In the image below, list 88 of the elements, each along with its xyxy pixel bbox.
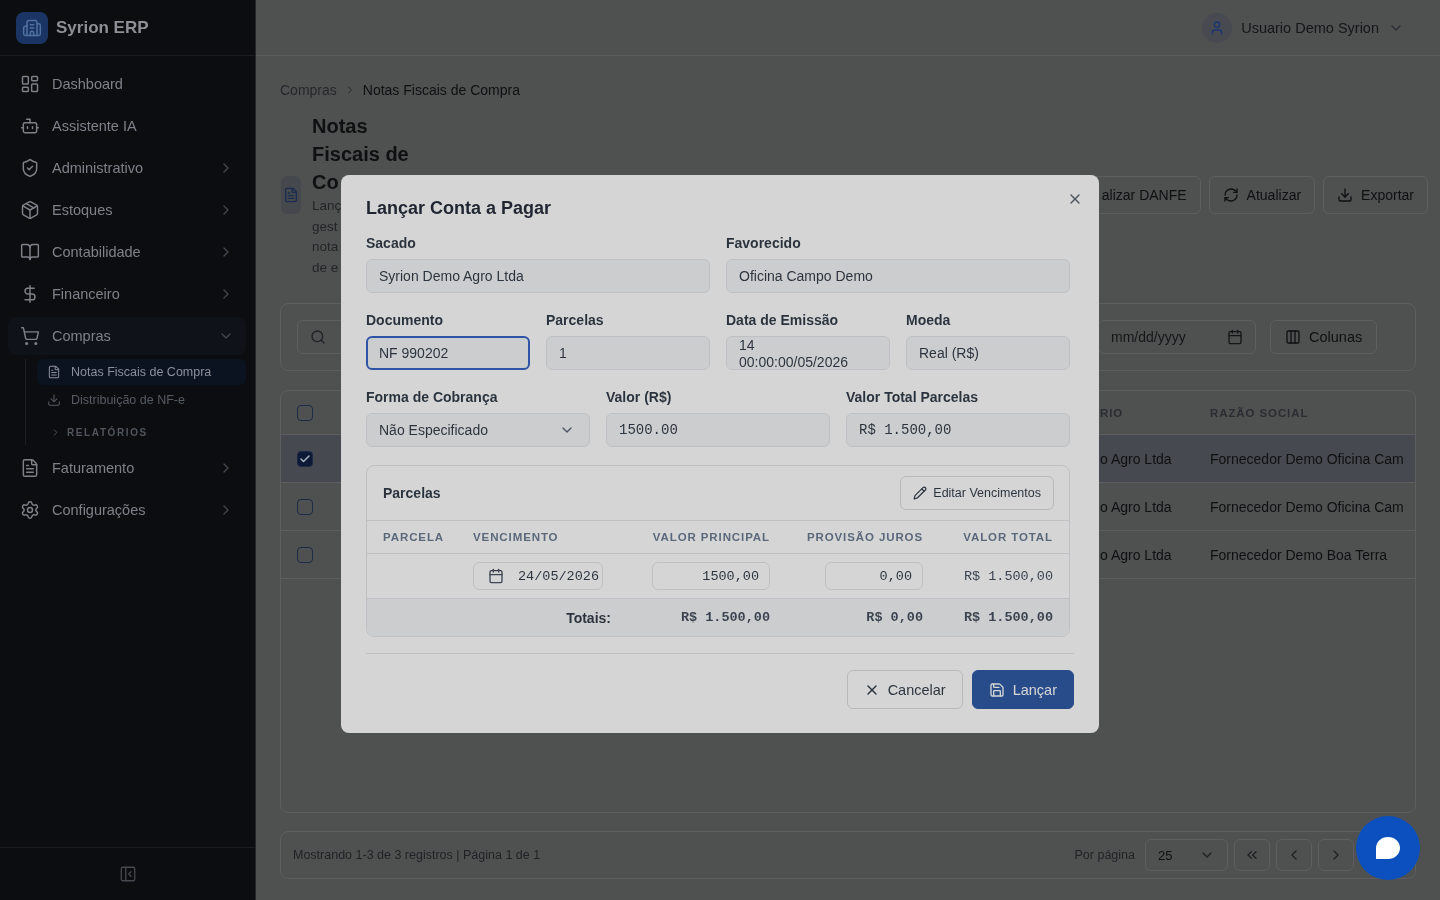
edit-due-dates-button[interactable]: Editar Vencimentos xyxy=(900,476,1054,510)
building-icon xyxy=(16,11,48,44)
dialog-button[interactable]: Lançar xyxy=(971,670,1074,709)
checkbox[interactable] xyxy=(297,498,313,515)
save-icon xyxy=(988,681,1005,698)
document-icon xyxy=(20,458,40,478)
calendar-icon xyxy=(1227,329,1243,345)
document-icon xyxy=(47,365,61,379)
panel-left-icon[interactable] xyxy=(118,865,137,883)
nav-item[interactable]: Administrativo xyxy=(8,149,246,187)
nav-item[interactable]: Configurações xyxy=(8,491,246,529)
chat-bubble-icon xyxy=(1376,837,1400,859)
grid-icon xyxy=(20,74,40,94)
column-header: PROVISÃO JUROS xyxy=(806,531,923,543)
select-field[interactable]: Não Especificado xyxy=(366,413,590,447)
column-header: PARCELA xyxy=(383,531,445,543)
date-field[interactable]: 24/05/2026 xyxy=(473,562,603,590)
field-label: Documento xyxy=(366,311,444,330)
user-icon xyxy=(1202,12,1233,43)
nav-item[interactable]: Faturamento xyxy=(8,449,246,487)
nav-item[interactable]: Assistente IA xyxy=(8,107,246,145)
totals-label: Totais: xyxy=(566,609,611,626)
input-field[interactable]: 14 00:00:00/05/2026 xyxy=(726,336,890,370)
checkbox[interactable] xyxy=(297,450,313,467)
field-label: Forma de Cobrança xyxy=(366,388,499,407)
field-label: Parcelas xyxy=(546,311,605,330)
input-field[interactable]: Real (R$) xyxy=(906,336,1070,370)
book-icon xyxy=(20,242,40,262)
check-icon xyxy=(299,452,311,465)
nav-subitem[interactable]: Notas Fiscais de Compra xyxy=(37,359,246,385)
total-value: R$ 0,00 xyxy=(866,610,923,625)
column-header: VALOR TOTAL xyxy=(963,531,1053,543)
table-cell-text: Fornecedor Demo Boa Terra xyxy=(1209,546,1389,563)
field-label: Sacado xyxy=(366,234,417,253)
cart-icon xyxy=(20,326,40,346)
box-icon xyxy=(20,200,40,220)
pencil-icon xyxy=(913,486,928,500)
first-page-button[interactable] xyxy=(1234,839,1270,871)
table-cell-text: o Agro Ltda xyxy=(1099,450,1173,467)
column-header: VALOR PRINCIPAL xyxy=(652,531,770,543)
download-icon xyxy=(47,393,61,407)
next-page-button[interactable] xyxy=(1318,839,1354,871)
download-icon xyxy=(1337,187,1354,203)
input-field[interactable]: Syrion Demo Agro Ltda xyxy=(366,259,710,293)
total-value: R$ 1.500,00 xyxy=(963,568,1053,584)
page-title: Notas Fiscais de Co xyxy=(312,114,410,195)
nav-item[interactable]: Financeiro xyxy=(8,275,246,313)
section-toggle[interactable]: RELATÓRIOS xyxy=(37,419,246,445)
nav-subitem[interactable]: Distribuição de NF-e xyxy=(37,387,246,413)
nav-item[interactable]: Compras xyxy=(8,317,246,355)
field-label: Valor Total Parcelas xyxy=(846,388,980,407)
total-value: R$ 1.500,00 xyxy=(963,610,1053,625)
panel-title: Parcelas xyxy=(383,485,441,501)
previous-page-button[interactable] xyxy=(1276,839,1312,871)
table-cell-text: o Agro Ltda xyxy=(1099,498,1173,515)
field-label: Moeda xyxy=(906,311,952,330)
columns-icon xyxy=(1285,329,1301,345)
breadcrumb-current: Notas Fiscais de Compra xyxy=(362,82,520,98)
table-cell-text: Fornecedor Demo Oficina Cam xyxy=(1209,450,1405,467)
checkbox[interactable] xyxy=(297,404,313,421)
checkbox[interactable] xyxy=(297,546,313,563)
field-label: Valor (R$) xyxy=(606,388,673,407)
robot-icon xyxy=(20,116,40,136)
input-field[interactable]: 1500.00 xyxy=(606,413,830,447)
app-name: Syrion ERP xyxy=(56,17,149,38)
column-header: VENCIMENTO xyxy=(473,531,559,543)
input-field[interactable]: R$ 1.500,00 xyxy=(846,413,1070,447)
settings-icon xyxy=(20,500,40,520)
nav-item[interactable]: Contabilidade xyxy=(8,233,246,271)
amount-field[interactable]: 1500,00 xyxy=(652,562,770,590)
table-cell-text: o Agro Ltda xyxy=(1099,546,1173,563)
nav-item[interactable]: Estoques xyxy=(8,191,246,229)
search-icon xyxy=(310,329,326,345)
input-field[interactable]: 1 xyxy=(546,336,710,370)
calendar-icon xyxy=(488,568,504,584)
input-field[interactable]: NF 990202 xyxy=(366,336,530,370)
dialog-button[interactable]: Cancelar xyxy=(846,670,963,709)
nav-item[interactable]: Dashboard xyxy=(8,65,246,103)
total-value: R$ 1.500,00 xyxy=(680,610,770,625)
shield-check-icon xyxy=(20,158,40,178)
amount-field[interactable]: 0,00 xyxy=(825,562,923,590)
document-icon xyxy=(281,176,301,214)
field-label: Favorecido xyxy=(726,234,802,253)
refresh-icon xyxy=(1222,187,1239,203)
input-field[interactable]: Oficina Campo Demo xyxy=(726,259,1070,293)
field-label: Data de Emissão xyxy=(726,311,840,330)
dialog-title: Lançar Conta a Pagar xyxy=(366,197,552,220)
table-cell-text: Fornecedor Demo Oficina Cam xyxy=(1209,498,1405,515)
